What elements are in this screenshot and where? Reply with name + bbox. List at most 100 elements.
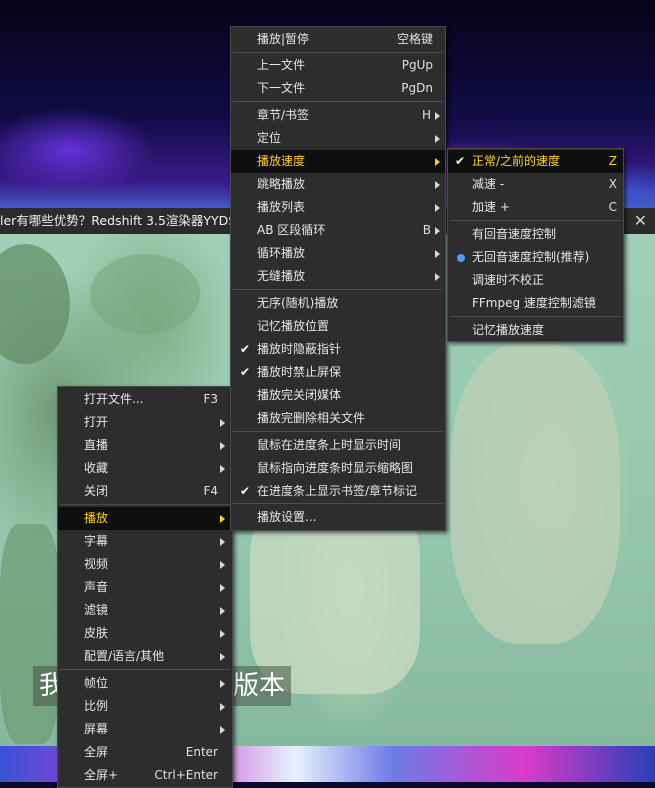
main-menu-item[interactable]: 视频: [58, 553, 232, 576]
main-menu-item-label: 字幕: [84, 534, 109, 548]
play-menu-item[interactable]: 播放|暂停 空格键: [231, 28, 445, 51]
play-submenu: 播放|暂停 空格键上一文件 PgUp 下一文件 PgDn 章节/书签 H 定位播放速度 跳略播放…: [230, 26, 446, 531]
check-icon: ✔: [455, 154, 466, 168]
main-menu-item[interactable]: 帧位: [58, 672, 232, 695]
play-menu-item-label: 循环播放: [257, 246, 306, 260]
main-menu-item-label: 视频: [84, 557, 109, 571]
main-menu-item[interactable]: 打开文件... F3: [58, 388, 232, 411]
play-menu-item[interactable]: 鼠标在进度条上时显示时间: [231, 434, 445, 457]
submenu-arrow-icon: [220, 465, 225, 473]
main-menu-item-shortcut: F3: [203, 392, 218, 406]
play-menu-item[interactable]: ✔ 播放时禁止屏保: [231, 361, 445, 384]
main-menu-item-label: 打开文件...: [84, 392, 144, 406]
speed-menu-item[interactable]: 减速 - X: [448, 173, 623, 196]
main-menu-item[interactable]: 滤镜: [58, 599, 232, 622]
main-menu-item-shortcut: Enter: [185, 745, 218, 759]
speed-menu-item[interactable]: ✔ 正常/之前的速度 Z: [448, 150, 623, 173]
menu-separator: [60, 669, 230, 670]
play-menu-item-label: 无缝播放: [257, 269, 306, 283]
main-menu-item[interactable]: 声音: [58, 576, 232, 599]
play-menu-item-label: 定位: [257, 131, 282, 145]
main-menu-item[interactable]: 播放: [58, 507, 232, 530]
play-menu-item[interactable]: 播放完关闭媒体: [231, 384, 445, 407]
play-menu-item-shortcut: PgDn: [401, 81, 433, 95]
play-menu-item-label: 鼠标在进度条上时显示时间: [257, 438, 402, 452]
play-menu-item-shortcut: 空格键: [396, 32, 433, 46]
play-menu-item[interactable]: 播放设置...: [231, 506, 445, 529]
submenu-arrow-icon: [220, 726, 225, 734]
submenu-arrow-icon: [220, 419, 225, 427]
playback-speed-submenu: ✔ 正常/之前的速度 Z 减速 - X 加速 + C 有回音速度控制无回音速度控制(推荐) 调速…: [447, 148, 624, 342]
main-menu-item-label: 全屏+: [84, 768, 119, 782]
play-menu-item[interactable]: ✔ 在进度条上显示书签/章节标记: [231, 480, 445, 503]
play-menu-item[interactable]: 循环播放: [231, 242, 445, 265]
main-menu-item[interactable]: 直播: [58, 434, 232, 457]
submenu-arrow-icon: [435, 112, 440, 120]
main-menu-item[interactable]: 收藏: [58, 457, 232, 480]
main-menu-item-label: 声音: [84, 580, 109, 594]
play-menu-item[interactable]: AB 区段循环 B: [231, 219, 445, 242]
play-menu-item-label: 无序(随机)播放: [257, 296, 339, 310]
play-menu-item[interactable]: ✔ 播放时隐蔽指针: [231, 338, 445, 361]
main-menu-item[interactable]: 字幕: [58, 530, 232, 553]
video-title: ler有哪些优势？Redshift 3.5渲染器YYDS: [0, 213, 237, 228]
play-menu-item[interactable]: 鼠标指向进度条时显示缩略图: [231, 457, 445, 480]
submenu-arrow-icon: [220, 703, 225, 711]
play-menu-item[interactable]: 上一文件 PgUp: [231, 54, 445, 77]
main-menu-item[interactable]: 皮肤: [58, 622, 232, 645]
play-menu-item[interactable]: 章节/书签 H: [231, 104, 445, 127]
main-menu-item[interactable]: 配置/语言/其他: [58, 645, 232, 668]
speed-menu-item[interactable]: 无回音速度控制(推荐): [448, 246, 623, 269]
speed-menu-item-label: 无回音速度控制(推荐): [472, 250, 590, 264]
menu-separator: [450, 220, 621, 221]
main-menu-item[interactable]: 全屏 Enter: [58, 741, 232, 764]
play-menu-item-label: 播放完关闭媒体: [257, 388, 342, 402]
main-menu-item[interactable]: 屏幕: [58, 718, 232, 741]
play-menu-item-label: 播放|暂停: [257, 32, 310, 46]
submenu-arrow-icon: [220, 442, 225, 450]
submenu-arrow-icon: [435, 227, 440, 235]
main-menu-item[interactable]: 打开: [58, 411, 232, 434]
play-menu-item[interactable]: 无序(随机)播放: [231, 292, 445, 315]
play-menu-item[interactable]: 跳略播放: [231, 173, 445, 196]
close-icon[interactable]: ✕: [634, 208, 647, 234]
play-menu-item[interactable]: 下一文件 PgDn: [231, 77, 445, 100]
menu-separator: [233, 431, 443, 432]
main-context-menu: 打开文件... F3 打开 直播 收藏关闭 F4 播放字幕视频声音滤镜皮肤配置/语言/其他帧…: [57, 386, 233, 788]
speed-menu-item-shortcut: C: [608, 200, 617, 214]
speed-menu-item-label: 记忆播放速度: [472, 323, 545, 337]
speed-menu-item-shortcut: Z: [608, 154, 617, 168]
main-menu-item-label: 滤镜: [84, 603, 109, 617]
main-menu-item-label: 皮肤: [84, 626, 109, 640]
play-menu-item[interactable]: 播放完删除相关文件: [231, 407, 445, 430]
main-menu-item-label: 帧位: [84, 676, 109, 690]
main-menu-item[interactable]: 比例: [58, 695, 232, 718]
video-rock-shape: [0, 244, 70, 364]
main-menu-item-shortcut: F4: [203, 484, 218, 498]
play-menu-item[interactable]: 定位: [231, 127, 445, 150]
speed-menu-item[interactable]: 记忆播放速度: [448, 319, 623, 342]
play-menu-item[interactable]: 无缝播放: [231, 265, 445, 288]
speed-menu-item[interactable]: 有回音速度控制: [448, 223, 623, 246]
play-menu-item[interactable]: 记忆播放位置: [231, 315, 445, 338]
video-rock-shape: [450, 344, 620, 644]
main-menu-item-label: 全屏: [84, 745, 109, 759]
submenu-arrow-icon: [220, 680, 225, 688]
main-menu-item-label: 比例: [84, 699, 109, 713]
main-menu-item[interactable]: 全屏+ Ctrl+Enter: [58, 764, 232, 787]
speed-menu-item[interactable]: 加速 + C: [448, 196, 623, 219]
video-rock-shape: [0, 524, 60, 744]
main-menu-item[interactable]: 关闭 F4: [58, 480, 232, 503]
play-menu-item[interactable]: 播放速度: [231, 150, 445, 173]
submenu-arrow-icon: [220, 538, 225, 546]
check-icon: ✔: [240, 484, 251, 498]
main-menu-item-label: 关闭: [84, 484, 109, 498]
speed-menu-item[interactable]: 调速时不校正: [448, 269, 623, 292]
speed-menu-item[interactable]: FFmpeg 速度控制滤镜: [448, 292, 623, 315]
submenu-arrow-icon: [220, 561, 225, 569]
play-menu-item-label: 播放完删除相关文件: [257, 411, 366, 425]
play-menu-item[interactable]: 播放列表: [231, 196, 445, 219]
menu-separator: [233, 503, 443, 504]
play-menu-item-shortcut: B: [422, 223, 431, 237]
main-menu-item-shortcut: Ctrl+Enter: [154, 768, 218, 782]
